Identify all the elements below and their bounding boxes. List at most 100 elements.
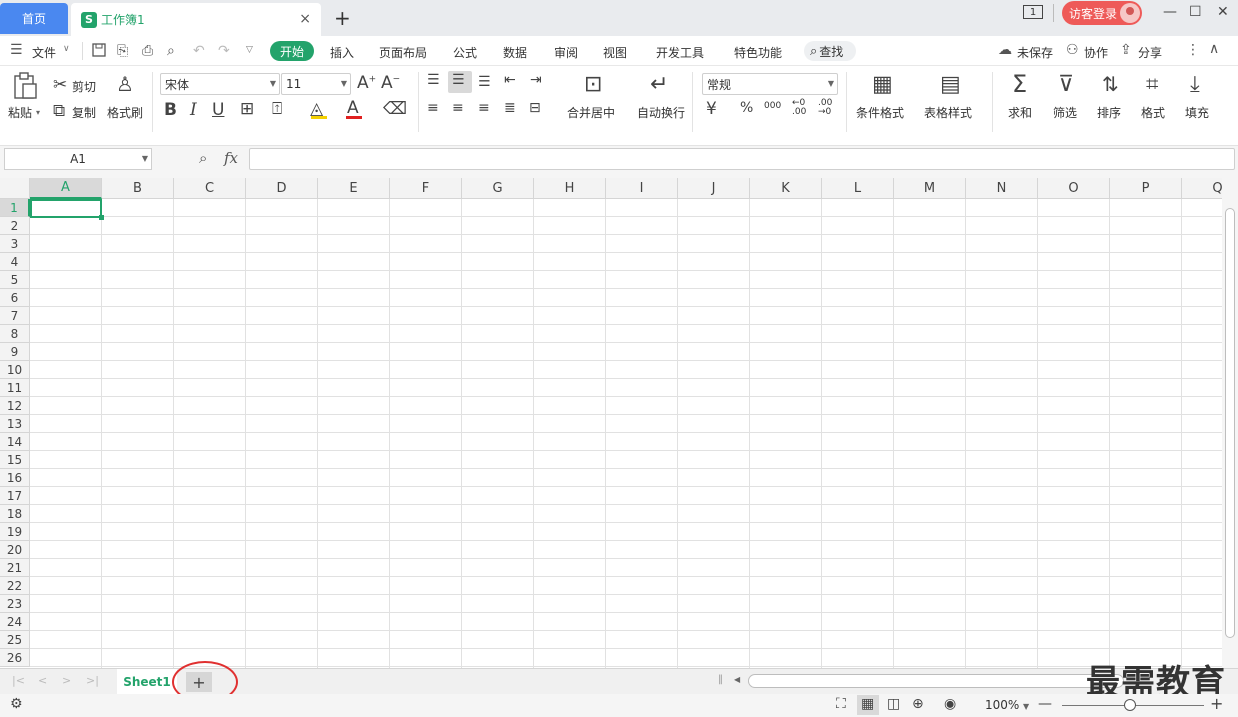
align-left-icon[interactable]: ≡ bbox=[427, 100, 439, 116]
name-box[interactable]: A1 ▼ bbox=[4, 148, 152, 170]
sum-icon[interactable]: Σ bbox=[1012, 70, 1027, 98]
italic-icon[interactable]: I bbox=[190, 100, 197, 120]
minimize-button[interactable]: — bbox=[1163, 4, 1177, 20]
zoom-dropdown-icon[interactable]: ▼ bbox=[1023, 702, 1029, 711]
merge-center-button[interactable]: 合并居中 bbox=[567, 104, 615, 121]
row-header-26[interactable]: 26 bbox=[0, 649, 30, 667]
paste-button[interactable]: 粘贴 bbox=[8, 104, 32, 121]
undo-icon[interactable]: ↶ bbox=[193, 43, 205, 59]
decrease-font-icon[interactable]: A− bbox=[381, 73, 400, 93]
vertical-scrollbar[interactable] bbox=[1222, 178, 1238, 668]
row-header-12[interactable]: 12 bbox=[0, 397, 30, 415]
zoom-formula-icon[interactable]: ⌕ bbox=[199, 149, 207, 167]
wrap-text-icon[interactable]: ↵ bbox=[650, 72, 668, 97]
tab-home-ribbon[interactable]: 开始 bbox=[270, 41, 314, 61]
column-header-e[interactable]: E bbox=[318, 178, 390, 199]
increase-font-icon[interactable]: A+ bbox=[357, 73, 376, 93]
search-button[interactable]: ⌕ 查找 bbox=[804, 41, 856, 61]
row-header-17[interactable]: 17 bbox=[0, 487, 30, 505]
row-header-21[interactable]: 21 bbox=[0, 559, 30, 577]
decrease-decimal-icon[interactable]: .00 →0 bbox=[818, 99, 832, 117]
conditional-format-button[interactable]: 条件格式 bbox=[856, 104, 904, 121]
tab-data[interactable]: 数据 bbox=[503, 44, 527, 61]
zoom-out-button[interactable]: — bbox=[1038, 696, 1052, 712]
table-style-button[interactable]: 表格样式 bbox=[924, 104, 972, 121]
column-header-b[interactable]: B bbox=[102, 178, 174, 199]
column-header-q[interactable]: Q bbox=[1182, 178, 1222, 199]
redo-icon[interactable]: ↷ bbox=[218, 43, 230, 59]
justify-icon[interactable]: ≣ bbox=[504, 100, 516, 116]
cell-style-icon[interactable]: ⍐ bbox=[272, 99, 282, 119]
share-button[interactable]: 分享 bbox=[1138, 44, 1162, 61]
row-header-24[interactable]: 24 bbox=[0, 613, 30, 631]
font-size-select[interactable]: 11 ▼ bbox=[281, 73, 351, 95]
unsaved-status[interactable]: 未保存 bbox=[1017, 44, 1053, 61]
export-pdf-icon[interactable]: ⎘ bbox=[117, 43, 128, 59]
row-header-15[interactable]: 15 bbox=[0, 451, 30, 469]
prev-sheet-icon[interactable]: < bbox=[38, 674, 47, 687]
paste-icon[interactable] bbox=[12, 72, 38, 103]
column-header-h[interactable]: H bbox=[534, 178, 606, 199]
row-header-23[interactable]: 23 bbox=[0, 595, 30, 613]
underline-icon[interactable]: U bbox=[212, 100, 224, 120]
fullscreen-icon[interactable]: ⛶ bbox=[836, 696, 846, 712]
fill-button[interactable]: 填充 bbox=[1185, 104, 1209, 121]
macro-icon[interactable]: ⚙ bbox=[10, 696, 23, 712]
percent-icon[interactable]: % bbox=[740, 100, 753, 116]
align-bottom-icon[interactable]: ☰ bbox=[478, 74, 491, 90]
sheet-tab-sheet1[interactable]: Sheet1 bbox=[117, 669, 177, 695]
currency-icon[interactable]: ¥ bbox=[706, 99, 717, 119]
paste-dropdown-icon[interactable]: ▾ bbox=[36, 108, 40, 117]
sort-button[interactable]: 排序 bbox=[1097, 104, 1121, 121]
filter-icon[interactable]: ⊽ bbox=[1058, 72, 1074, 97]
column-header-d[interactable]: D bbox=[246, 178, 318, 199]
cut-icon[interactable]: ✂ bbox=[53, 75, 67, 95]
align-right-icon[interactable]: ≡ bbox=[478, 100, 490, 116]
horizontal-scroll-thumb[interactable] bbox=[748, 674, 1124, 688]
format-icon[interactable]: ⌗ bbox=[1146, 72, 1158, 97]
insert-function-icon[interactable]: fx bbox=[224, 149, 238, 167]
menu-file[interactable]: 文件 bbox=[32, 44, 56, 61]
zoom-slider-knob[interactable] bbox=[1124, 699, 1136, 711]
row-header-5[interactable]: 5 bbox=[0, 271, 30, 289]
column-header-g[interactable]: G bbox=[462, 178, 534, 199]
cut-button[interactable]: 剪切 bbox=[72, 78, 96, 95]
row-header-1[interactable]: 1 bbox=[0, 199, 30, 217]
tab-insert[interactable]: 插入 bbox=[330, 44, 354, 61]
align-center-icon[interactable]: ≡ bbox=[452, 100, 464, 116]
tab-workbook[interactable]: S 工作簿1 × bbox=[71, 3, 321, 36]
clear-format-icon[interactable]: ⌫ bbox=[383, 99, 407, 119]
page-count-badge[interactable]: 1 bbox=[1023, 5, 1043, 19]
active-cell-a1[interactable] bbox=[30, 199, 102, 218]
format-button[interactable]: 格式 bbox=[1141, 104, 1165, 121]
row-header-10[interactable]: 10 bbox=[0, 361, 30, 379]
sum-button[interactable]: 求和 bbox=[1008, 104, 1032, 121]
font-color-icon[interactable]: A bbox=[347, 98, 359, 118]
select-all-corner[interactable] bbox=[0, 178, 30, 199]
close-window-button[interactable]: ✕ bbox=[1217, 4, 1229, 20]
row-header-20[interactable]: 20 bbox=[0, 541, 30, 559]
table-style-icon[interactable]: ▤ bbox=[940, 72, 961, 97]
maximize-button[interactable]: ☐ bbox=[1189, 4, 1202, 20]
row-header-14[interactable]: 14 bbox=[0, 433, 30, 451]
sort-icon[interactable]: ⇅ bbox=[1102, 72, 1119, 96]
collapse-ribbon-icon[interactable]: ∧ bbox=[1209, 41, 1219, 57]
row-header-11[interactable]: 11 bbox=[0, 379, 30, 397]
row-header-7[interactable]: 7 bbox=[0, 307, 30, 325]
increase-indent-icon[interactable]: ⇥ bbox=[530, 72, 542, 88]
row-header-25[interactable]: 25 bbox=[0, 631, 30, 649]
close-tab-icon[interactable]: × bbox=[299, 11, 311, 27]
borders-icon[interactable]: ⊞ bbox=[240, 99, 254, 119]
column-header-k[interactable]: K bbox=[750, 178, 822, 199]
column-header-j[interactable]: J bbox=[678, 178, 750, 199]
font-name-select[interactable]: 宋体 ▼ bbox=[160, 73, 280, 95]
hamburger-icon[interactable]: ☰ bbox=[10, 42, 23, 58]
print-preview-icon[interactable]: ⌕ bbox=[167, 43, 175, 59]
copy-icon[interactable]: ⧉ bbox=[53, 101, 65, 121]
thousands-separator-icon[interactable]: 000 bbox=[764, 101, 781, 111]
bold-icon[interactable]: B bbox=[164, 100, 177, 120]
filter-button[interactable]: 筛选 bbox=[1053, 104, 1077, 121]
first-sheet-icon[interactable]: |< bbox=[12, 674, 25, 687]
column-header-n[interactable]: N bbox=[966, 178, 1038, 199]
last-sheet-icon[interactable]: >| bbox=[86, 674, 99, 687]
